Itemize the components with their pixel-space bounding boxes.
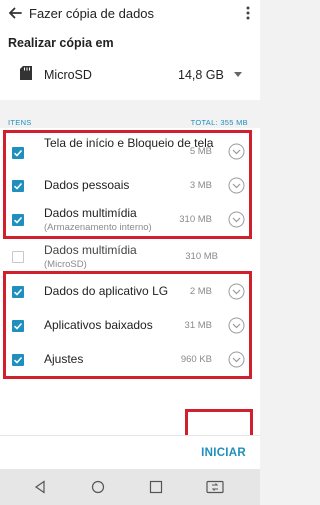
item-name: Aplicativos baixados [44, 318, 153, 332]
item-name: Dados multimídia [44, 243, 137, 257]
list-item[interactable]: Dados do aplicativo LG 2 MB [0, 278, 260, 306]
item-size: 310 MB [179, 214, 212, 225]
checkbox[interactable] [12, 214, 24, 226]
item-name: Dados multimídia [44, 206, 137, 220]
back-arrow-icon[interactable] [6, 4, 24, 22]
more-vert-icon[interactable] [244, 4, 252, 22]
expand-chevron-icon[interactable] [228, 317, 245, 334]
items-list: Tela de início e Bloqueio de tela 5 MB D… [0, 128, 260, 435]
backup-destination-section: Realizar cópia em MicroSD 14,8 GB [0, 28, 260, 100]
item-size: 3 MB [189, 180, 212, 191]
nav-dual-window-icon[interactable] [206, 480, 224, 494]
list-item[interactable]: Dados multimídia (Armazenamento interno)… [0, 202, 260, 238]
checkbox[interactable] [12, 320, 24, 332]
item-name: Dados pessoais [44, 178, 130, 192]
expand-chevron-icon[interactable] [228, 211, 245, 228]
item-size: 5 MB [189, 146, 212, 157]
dropdown-arrow-icon[interactable] [234, 72, 242, 78]
items-header: ITENS TOTAL: 355 MB [0, 100, 260, 128]
item-name: Dados do aplicativo LG [44, 284, 169, 298]
list-item[interactable]: Tela de início e Bloqueio de tela 5 MB [0, 134, 260, 172]
item-subtitle: (MicroSD) [44, 259, 87, 270]
destination-size: 14,8 GB [178, 68, 224, 82]
checkbox[interactable] [12, 147, 24, 159]
list-item[interactable]: Ajustes 960 KB [0, 346, 260, 374]
item-size: 310 MB [185, 251, 218, 262]
checkbox[interactable] [12, 180, 24, 192]
list-item[interactable]: Dados multimídia (MicroSD) 310 MB [0, 239, 260, 273]
checkbox[interactable] [12, 286, 24, 298]
expand-chevron-icon[interactable] [228, 283, 245, 300]
footer-bar: INICIAR [0, 435, 260, 469]
backup-label: Realizar cópia em [8, 36, 114, 50]
nav-back-icon[interactable] [33, 480, 47, 494]
item-subtitle: (Armazenamento interno) [44, 222, 152, 233]
checkbox[interactable] [12, 251, 24, 263]
item-size: 31 MB [184, 320, 212, 331]
page-title: Fazer cópia de dados [29, 6, 155, 21]
item-name: Ajustes [44, 352, 84, 366]
items-total: TOTAL: 355 MB [190, 118, 248, 127]
list-item[interactable]: Dados pessoais 3 MB [0, 172, 260, 200]
app-bar: Fazer cópia de dados [0, 0, 260, 28]
item-size: 2 MB [189, 286, 212, 297]
items-label: ITENS [8, 118, 32, 127]
start-button[interactable]: INICIAR [201, 447, 246, 459]
sd-card-icon [20, 66, 32, 80]
expand-chevron-icon[interactable] [228, 143, 245, 160]
destination-select[interactable]: MicroSD [44, 68, 92, 82]
list-item[interactable]: Aplicativos baixados 31 MB [0, 312, 260, 340]
item-size: 960 KB [180, 354, 212, 365]
expand-chevron-icon[interactable] [228, 351, 245, 368]
nav-home-icon[interactable] [91, 480, 105, 494]
system-nav-bar [0, 469, 260, 505]
expand-chevron-icon[interactable] [228, 177, 245, 194]
checkbox[interactable] [12, 354, 24, 366]
nav-recents-icon[interactable] [149, 480, 163, 494]
